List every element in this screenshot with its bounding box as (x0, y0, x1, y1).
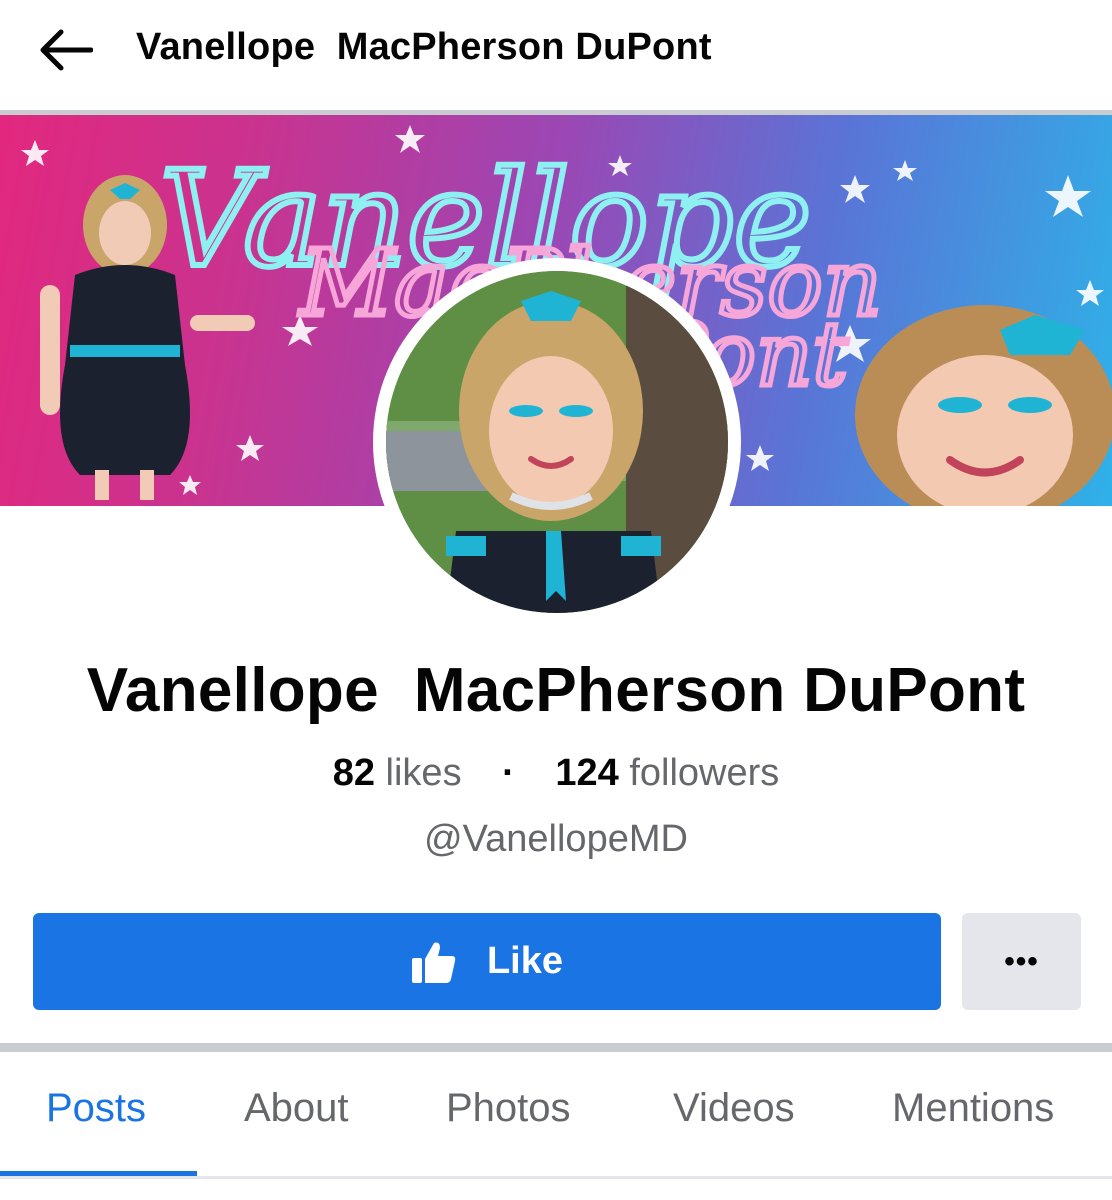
followers-count: 124 (555, 752, 619, 794)
cover-right-portrait (855, 305, 1112, 506)
profile-tabs: Posts About Photos Videos Mentions (0, 1052, 1112, 1176)
likes-label: likes (385, 752, 462, 794)
likes-count: 82 (332, 752, 375, 794)
profile-stats: 82 likes · 124 followers (0, 752, 1112, 795)
profile-name: Vanellope MacPherson DuPont (86, 656, 1026, 725)
tab-about[interactable]: About (244, 1086, 349, 1131)
profile-handle: @VanellopeMD (424, 818, 688, 860)
tab-videos[interactable]: Videos (673, 1086, 795, 1131)
back-button[interactable] (30, 22, 100, 78)
like-button[interactable]: Like (33, 913, 941, 1010)
stats-separator: · (502, 752, 515, 794)
thumbs-up-icon (411, 942, 456, 983)
like-button-label: Like (486, 940, 564, 982)
tab-photos[interactable]: Photos (446, 1086, 571, 1131)
arrow-left-icon (40, 29, 93, 71)
tab-mentions[interactable]: Mentions (892, 1086, 1054, 1131)
more-options-button[interactable]: ••• (962, 913, 1081, 1010)
section-divider (0, 1043, 1112, 1052)
followers-label: followers (629, 752, 780, 794)
avatar-image (386, 271, 728, 613)
profile-picture[interactable] (386, 271, 728, 613)
tabs-bottom-border (0, 1176, 1112, 1179)
tab-posts[interactable]: Posts (46, 1086, 146, 1131)
top-app-bar: Vanellope MacPherson DuPont (0, 0, 1112, 110)
more-options-icon: ••• (1004, 944, 1039, 978)
page-title: Vanellope MacPherson DuPont (136, 26, 712, 68)
